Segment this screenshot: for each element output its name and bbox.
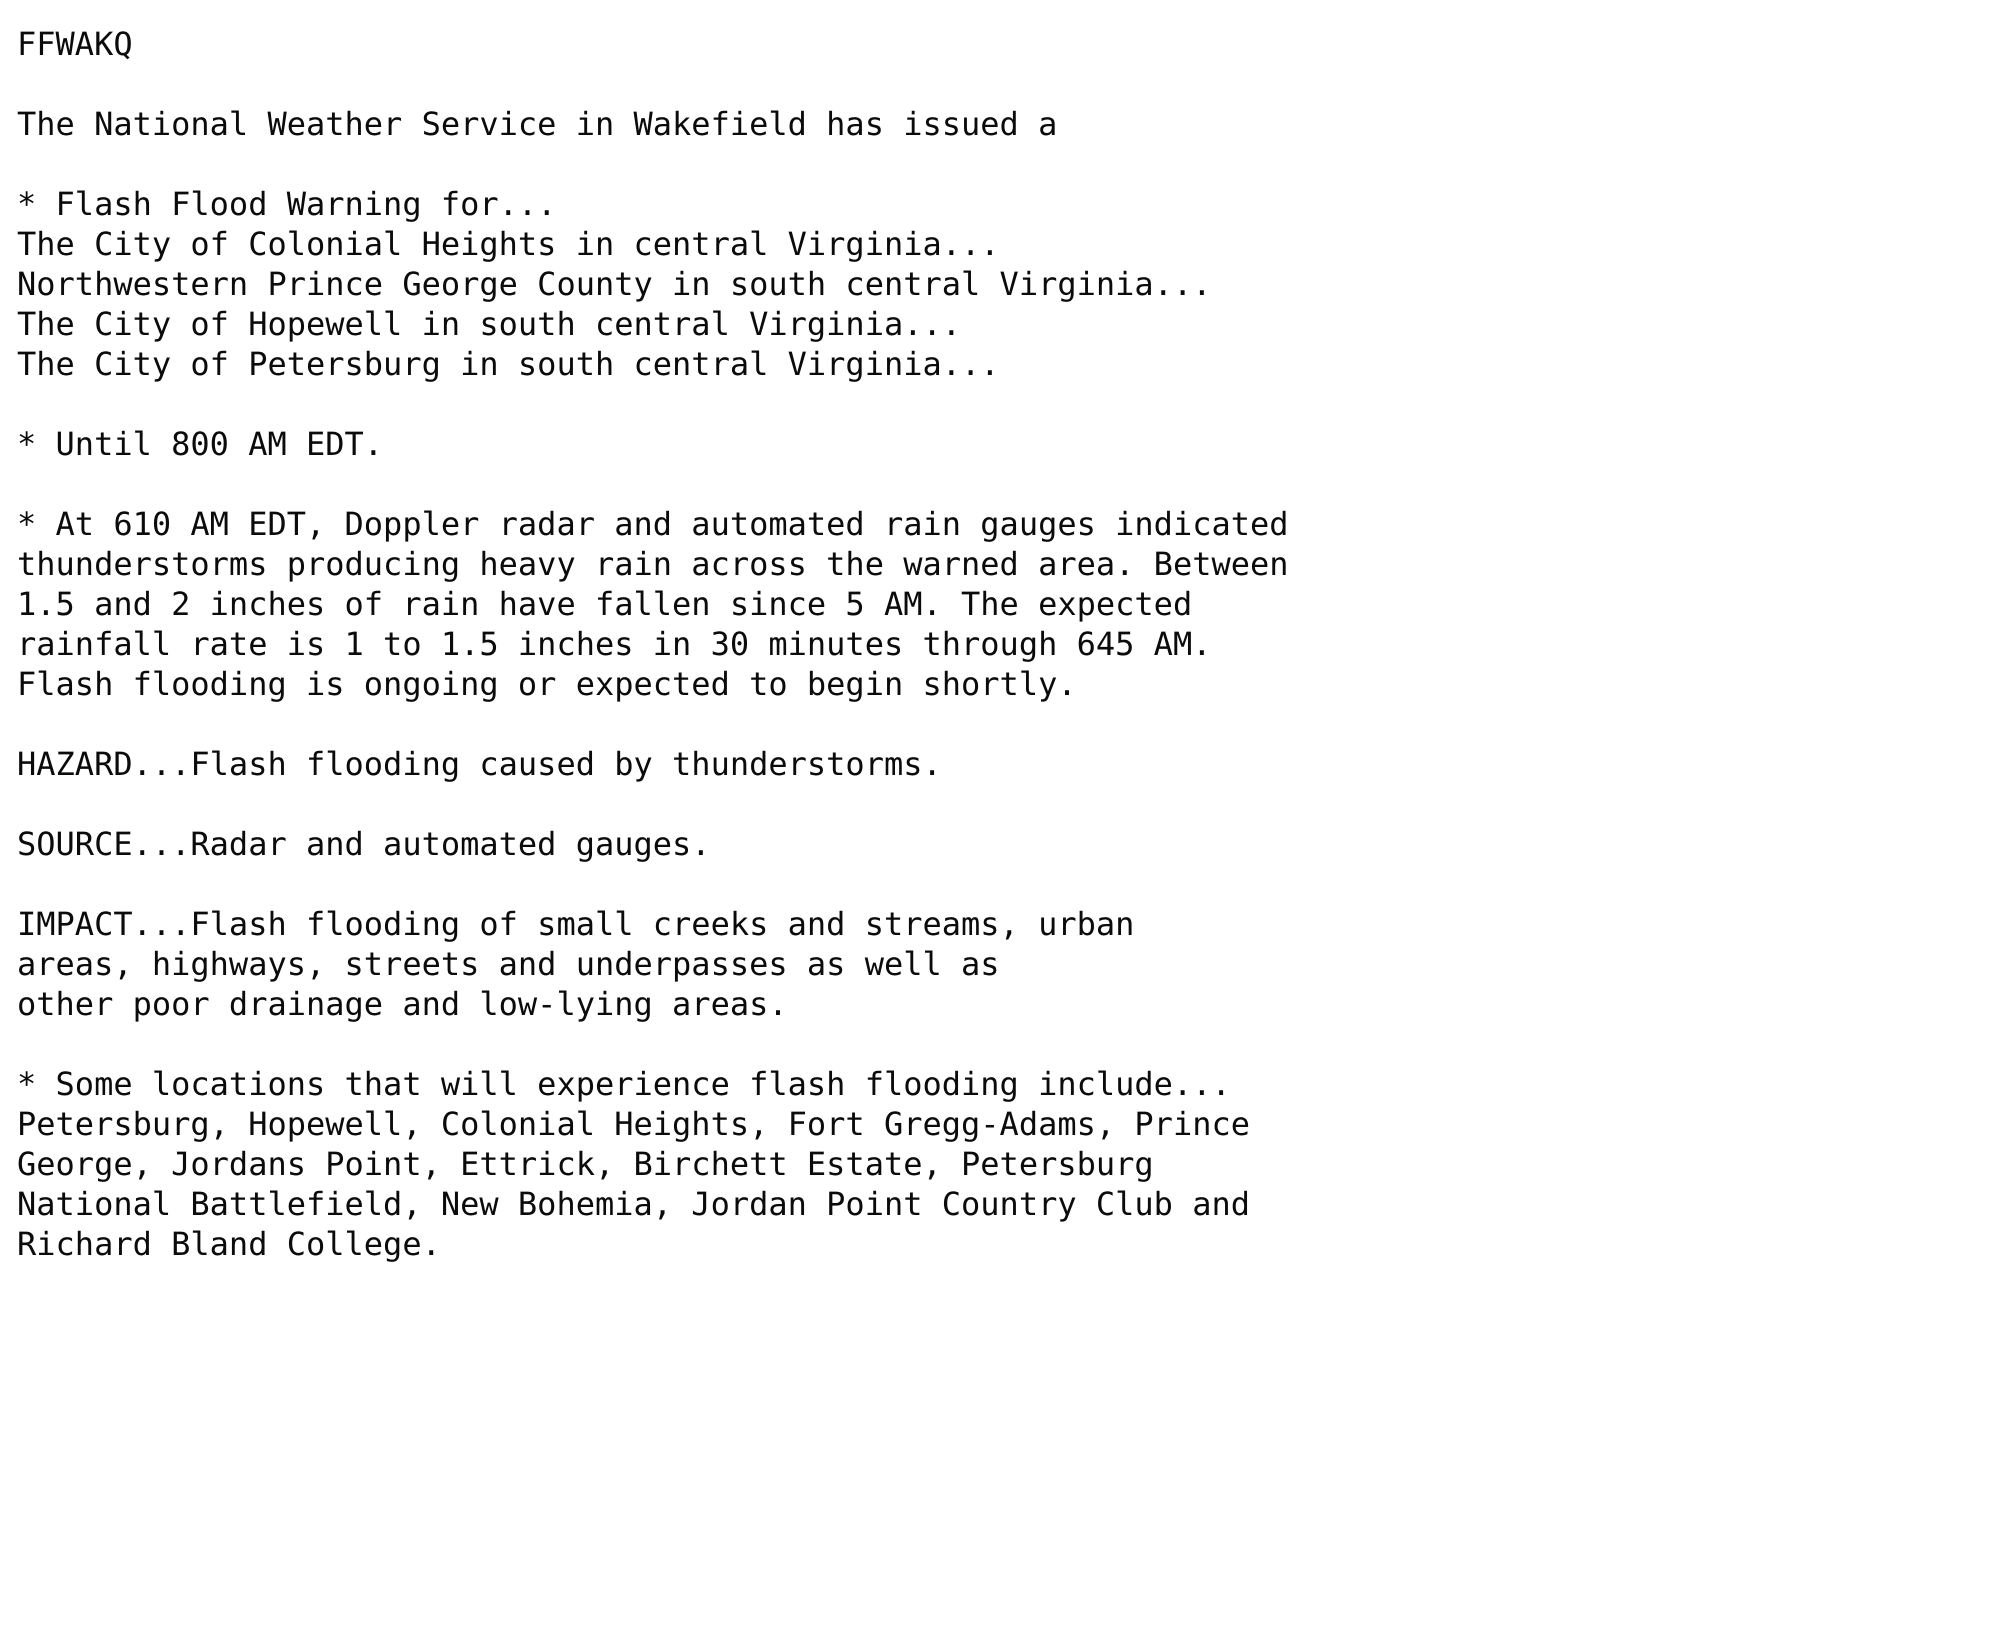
text-line: rainfall rate is 1 to 1.5 inches in 30 m… xyxy=(17,625,1212,663)
warning-text-body: FFWAKQ The National Weather Service in Wa… xyxy=(17,24,2000,1264)
text-line: SOURCE...Radar and automated gauges. xyxy=(17,825,711,863)
text-line: The City of Petersburg in south central … xyxy=(17,345,1000,383)
text-line: National Battlefield, New Bohemia, Jorda… xyxy=(17,1185,1250,1223)
text-line: HAZARD...Flash flooding caused by thunde… xyxy=(17,745,942,783)
text-line: IMPACT...Flash flooding of small creeks … xyxy=(17,905,1135,943)
text-product-page: FFWAKQ The National Weather Service in Wa… xyxy=(0,0,2000,1634)
text-line: The City of Hopewell in south central Vi… xyxy=(17,305,962,343)
text-line: The City of Colonial Heights in central … xyxy=(17,225,1000,263)
text-line: George, Jordans Point, Ettrick, Birchett… xyxy=(17,1145,1154,1183)
text-line: * Some locations that will experience fl… xyxy=(17,1065,1231,1103)
text-line: FFWAKQ xyxy=(17,25,133,63)
text-line: Richard Bland College. xyxy=(17,1225,441,1263)
text-line: Flash flooding is ongoing or expected to… xyxy=(17,665,1077,703)
text-line: Petersburg, Hopewell, Colonial Heights, … xyxy=(17,1105,1250,1143)
text-line: * Flash Flood Warning for... xyxy=(17,185,557,223)
text-line: areas, highways, streets and underpasses… xyxy=(17,945,1000,983)
text-line: The National Weather Service in Wakefiel… xyxy=(17,105,1058,143)
text-line: * At 610 AM EDT, Doppler radar and autom… xyxy=(17,505,1289,543)
text-line: * Until 800 AM EDT. xyxy=(17,425,384,463)
text-line: 1.5 and 2 inches of rain have fallen sin… xyxy=(17,585,1193,623)
text-line: thunderstorms producing heavy rain acros… xyxy=(17,545,1289,583)
text-line: Northwestern Prince George County in sou… xyxy=(17,265,1212,303)
text-line: other poor drainage and low-lying areas. xyxy=(17,985,788,1023)
